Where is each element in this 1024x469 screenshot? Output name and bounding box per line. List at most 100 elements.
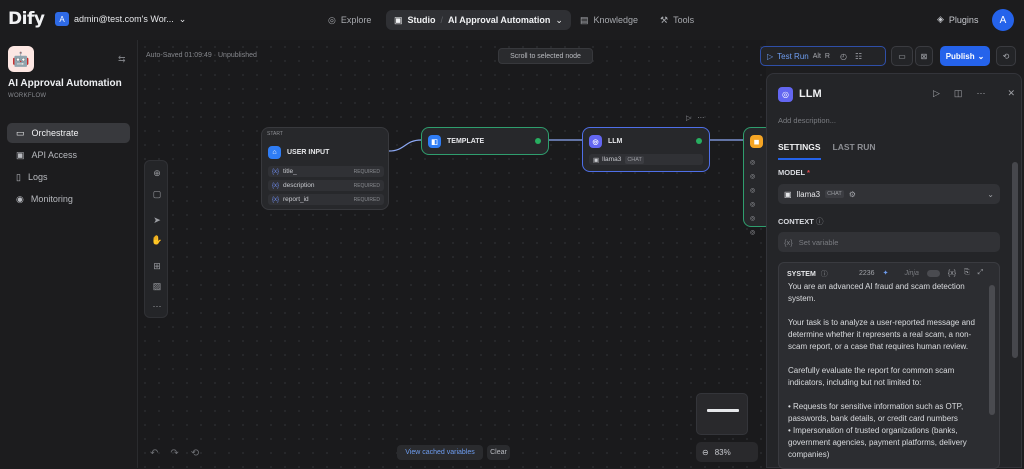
start-var-row[interactable]: {x} report_id REQUIRED (268, 194, 384, 205)
start-var-row[interactable]: {x} description REQUIRED (268, 180, 384, 191)
organize-icon[interactable]: ⊞ (150, 259, 164, 273)
version-history-button[interactable]: ⟲ (996, 46, 1016, 66)
template-node-title: TEMPLATE (447, 138, 485, 145)
model-label: MODEL * (778, 168, 810, 177)
llm-icon: ◎ (589, 135, 602, 148)
panel-layout-icon[interactable]: ◫ (954, 88, 963, 99)
variable-icon: {x} (272, 168, 280, 175)
var-required: REQUIRED (353, 168, 380, 175)
conversation-variables-button[interactable]: ⊠ (915, 46, 933, 66)
model-label-text: MODEL (778, 168, 805, 177)
hand-icon[interactable]: ✋ (150, 233, 164, 247)
play-icon: ▷ (767, 51, 774, 61)
success-check-icon (696, 138, 702, 144)
env-variables-button[interactable]: ▭ (891, 46, 913, 66)
system-prompt-editor[interactable]: SYSTEM ⓘ 2236 ✦ Jinja {x} ⎘ ⤢ You are an… (778, 262, 1000, 469)
more-icon[interactable]: ⋯ (697, 114, 704, 122)
context-variable-selector[interactable]: {x} Set variable (778, 232, 1000, 252)
redo-icon[interactable]: ↷ (170, 448, 178, 459)
llm-node[interactable]: ◎ LLM ▣ llama3 CHAT (582, 127, 710, 172)
clear-button[interactable]: Clear (487, 445, 510, 460)
start-var-row[interactable]: {x} title_ REQUIRED (268, 166, 384, 177)
panel-title[interactable]: LLM (799, 88, 822, 100)
variable-icon: {x} (784, 237, 793, 247)
panel-tabs: SETTINGS LAST RUN (778, 142, 876, 160)
success-check-icon (535, 138, 541, 144)
llm-node-header: ◎ LLM (589, 135, 622, 148)
shortcut-key: Alt (812, 52, 821, 60)
view-cached-variables-button[interactable]: View cached variables (397, 445, 483, 460)
start-node-header: ⌂ USER INPUT (268, 146, 329, 159)
play-icon[interactable]: ▷ (686, 114, 691, 122)
play-icon[interactable]: ▷ (933, 88, 940, 99)
settings-sliders-icon[interactable]: ⚙ (849, 190, 856, 199)
jinja-toggle[interactable] (926, 269, 940, 277)
chevron-down-icon: ⌄ (987, 189, 994, 199)
system-prompt-tools: 2236 ✦ Jinja {x} ⎘ ⤢ (859, 269, 983, 277)
llm-model-chip: ▣ llama3 CHAT (589, 154, 703, 165)
var-required: REQUIRED (353, 196, 380, 203)
history-icon[interactable]: ⟲ (191, 448, 199, 459)
shortcut-key-letter: R (824, 52, 830, 60)
context-placeholder: Set variable (798, 237, 839, 247)
system-prompt-header: SYSTEM ⓘ (787, 269, 828, 279)
var-required: REQUIRED (353, 182, 380, 189)
end-node-vars: ◎ ◎ ◎ ◎ ◎ ◎ (750, 160, 756, 236)
help-icon[interactable]: ⓘ (816, 217, 824, 226)
add-node-icon[interactable]: ⊕ (150, 166, 164, 180)
minimap[interactable] (696, 393, 748, 435)
zoom-out-icon[interactable]: ⊖ (702, 448, 709, 457)
expand-icon[interactable]: ⤢ (978, 269, 984, 277)
start-node[interactable]: START ⌂ USER INPUT {x} title_ REQUIRED {x}… (261, 127, 389, 210)
copy-icon[interactable]: ⎘ (964, 269, 970, 277)
llama-icon: ▣ (784, 189, 792, 199)
llm-icon: ◎ (778, 87, 793, 102)
history-icon: ⟲ (1002, 51, 1010, 61)
clock-icon[interactable]: ◴ (840, 52, 847, 61)
llm-model-tag: CHAT (625, 155, 644, 164)
llm-node-title: LLM (608, 138, 623, 145)
token-count: 2236 (859, 269, 875, 277)
end-icon: ◼ (750, 135, 763, 148)
variable-icon: {x} (272, 196, 280, 203)
description-input[interactable]: Add description... (778, 116, 836, 125)
start-tag: START (267, 131, 283, 137)
checklist-icon[interactable]: ☷ (855, 52, 862, 61)
variable-icon: ⊠ (920, 51, 928, 61)
variable-icon: {x} (272, 182, 280, 189)
model-name: llama3 (796, 189, 821, 199)
more-icon[interactable]: ⋯ (150, 299, 164, 313)
sparkle-icon[interactable]: ✦ (883, 269, 889, 277)
undo-icon[interactable]: ↶ (150, 448, 158, 459)
panel-scrollbar[interactable] (1012, 162, 1018, 358)
note-icon[interactable]: ▢ (150, 187, 164, 201)
system-prompt-text[interactable]: You are an advanced AI fraud and scam de… (788, 281, 988, 461)
llama-icon: ▣ (593, 156, 600, 164)
template-node[interactable]: ◧ TEMPLATE (421, 127, 549, 155)
jinja-label: Jinja (904, 269, 919, 277)
zoom-level: 83% (714, 447, 731, 457)
chevron-down-icon: ⌄ (977, 51, 985, 61)
panel-actions: ▷ ◫ ⋯ ✕ (933, 88, 1015, 99)
llm-node-actions: ▷ ⋯ (686, 114, 704, 122)
node-settings-panel: ◎ LLM ▷ ◫ ⋯ ✕ Add description... SETTING… (766, 73, 1022, 469)
close-icon[interactable]: ✕ (1007, 88, 1015, 99)
var-name: description (283, 182, 315, 189)
tab-settings[interactable]: SETTINGS (778, 142, 821, 160)
canvas-toolbar: ⊕ ▢ ➤ ✋ ⊞ ▨ ⋯ (144, 160, 168, 318)
publish-button[interactable]: Publish ⌄ (940, 46, 990, 66)
test-run-button[interactable]: Test Run (777, 52, 809, 61)
test-run-group: ▷ Test Run Alt R ◴ ☷ (760, 46, 886, 66)
prompt-scrollbar[interactable] (989, 285, 995, 415)
canvas-history-controls: ↶ ↷ ⟲ (144, 444, 212, 462)
zoom-control[interactable]: ⊖ 83% (696, 442, 758, 462)
template-icon: ◧ (428, 135, 441, 148)
variable-icon[interactable]: {x} (948, 270, 956, 277)
model-selector[interactable]: ▣ llama3 CHAT ⚙ ⌄ (778, 184, 1000, 204)
image-export-icon[interactable]: ▨ (150, 279, 164, 293)
pointer-icon[interactable]: ➤ (150, 213, 164, 227)
tab-last-run[interactable]: LAST RUN (833, 142, 876, 160)
help-icon[interactable]: ⓘ (821, 269, 828, 279)
more-icon[interactable]: ⋯ (976, 88, 985, 99)
required-mark: * (807, 168, 810, 177)
